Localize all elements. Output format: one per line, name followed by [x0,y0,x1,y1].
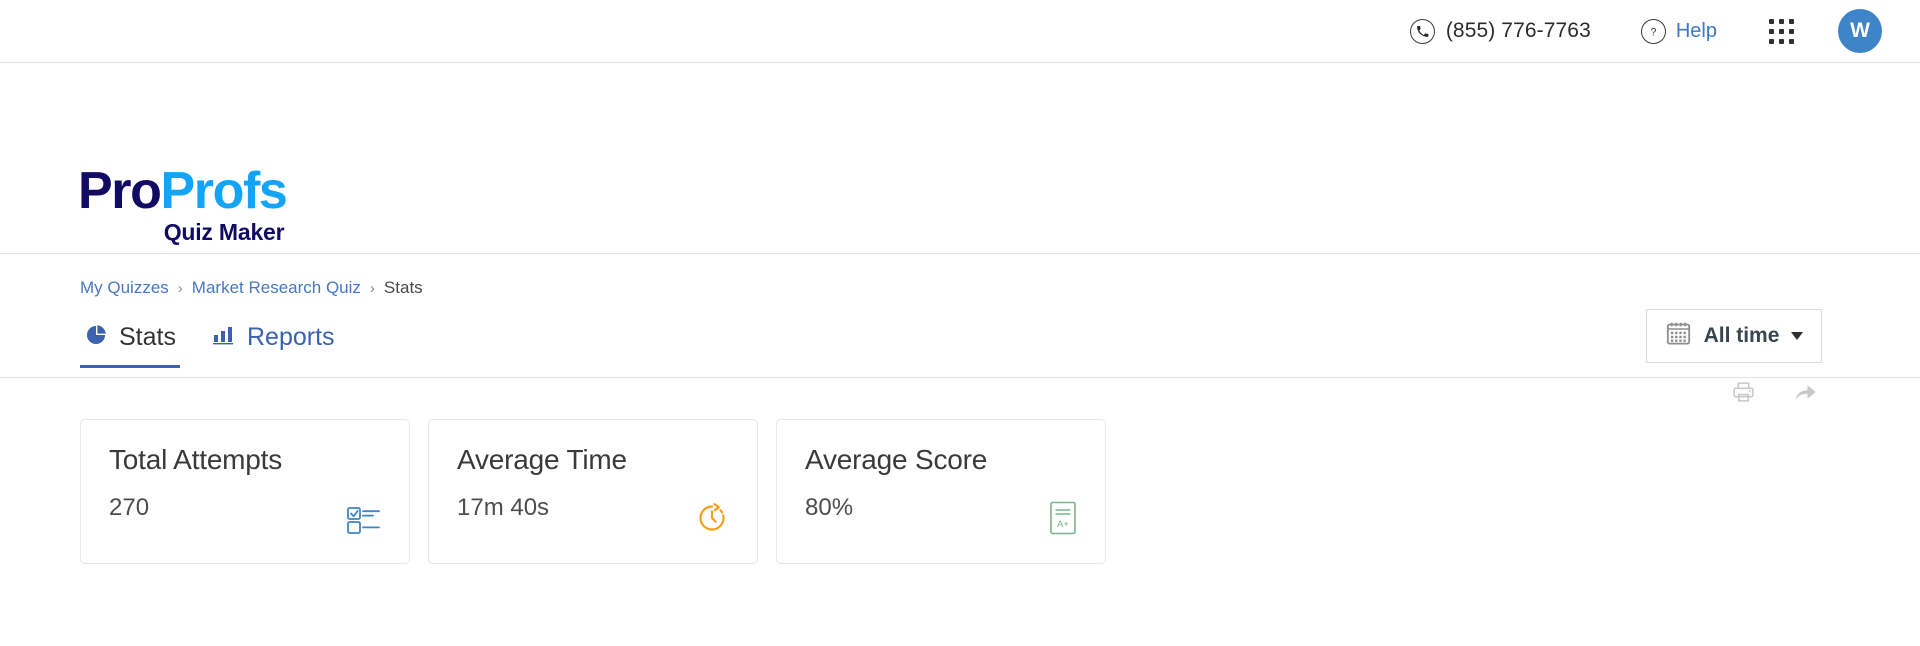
tab-stats-label: Stats [119,323,176,351]
grid-dot [1769,38,1774,44]
share-icon[interactable] [1792,381,1818,405]
stat-card-title: Total Attempts [109,444,283,475]
chevron-down-icon [1791,332,1804,340]
stat-card-value: 270 [109,494,150,522]
logo-wordmark: ProProfs [78,162,288,220]
print-icon[interactable] [1731,380,1756,405]
breadcrumb-separator: › [177,279,183,297]
svg-text:?: ? [1650,26,1656,38]
tab-reports[interactable]: Reports [208,323,339,368]
stat-card-average-time: Average Time 17m 40s [428,419,758,564]
help-label: Help [1675,19,1717,42]
phone-number-text: (855) 776-7763 [1445,19,1591,42]
grid-apps-icon[interactable] [1769,18,1794,44]
date-range-label: All time [1703,324,1780,347]
logo-band: ProProfs Quiz Maker [0,63,1920,254]
grid-dot [1769,18,1774,24]
grid-dot [1779,38,1784,44]
breadcrumb-item-market-research-quiz[interactable]: Market Research Quiz [192,278,361,298]
content-action-icons [1731,380,1818,405]
pie-chart-icon [84,323,108,352]
breadcrumb-item-my-quizzes[interactable]: My Quizzes [80,278,169,298]
phone-in-circle-icon [1409,18,1435,44]
logo-pro-text: Pro [78,162,162,220]
svg-text:A+: A+ [1057,519,1069,530]
top-utility-bar: (855) 776-7763 ? Help W [0,0,1920,63]
grade-sheet-icon: A+ [1049,501,1077,535]
proprofs-logo[interactable]: ProProfs Quiz Maker [78,162,288,245]
stat-card-value: 17m 40s [457,494,550,522]
tab-bar: Stats Reports [80,323,339,368]
help-link[interactable]: ? Help [1640,18,1717,44]
logo-subtitle: Quiz Maker [163,219,285,245]
tab-reports-label: Reports [246,323,335,351]
topbar-actions: (855) 776-7763 ? Help W [1409,9,1882,53]
breadcrumb: My Quizzes › Market Research Quiz › Stat… [80,278,423,298]
grid-dot [1789,28,1794,34]
stat-card-value: 80% [805,494,854,522]
breadcrumb-item-stats: Stats [383,278,423,297]
stat-card-title: Average Score [805,444,988,475]
logo-profs-text: Profs [160,162,287,220]
date-range-dropdown[interactable]: All time [1646,309,1822,363]
grid-dot [1789,18,1794,24]
question-mark-circle-icon: ? [1640,18,1666,44]
calendar-icon [1665,320,1692,352]
tab-stats[interactable]: Stats [80,323,180,368]
grid-dot [1789,38,1794,44]
stat-card-title: Average Time [457,444,627,475]
breadcrumb-separator: › [369,279,375,297]
tabs-divider [0,377,1920,378]
checklist-icon [347,505,381,535]
stats-card-row: Total Attempts 270 Average Time 17m 40s [80,419,1106,564]
support-phone[interactable]: (855) 776-7763 [1409,18,1591,44]
avatar-initial: W [1850,19,1870,42]
avatar[interactable]: W [1838,9,1882,53]
grid-dot [1779,18,1784,24]
bar-chart-icon [212,324,236,351]
stat-card-total-attempts: Total Attempts 270 [80,419,410,564]
grid-dot [1779,28,1784,34]
stat-card-average-score: Average Score 80% A+ [776,419,1106,564]
stopwatch-icon [695,501,729,535]
grid-dot [1769,28,1774,34]
